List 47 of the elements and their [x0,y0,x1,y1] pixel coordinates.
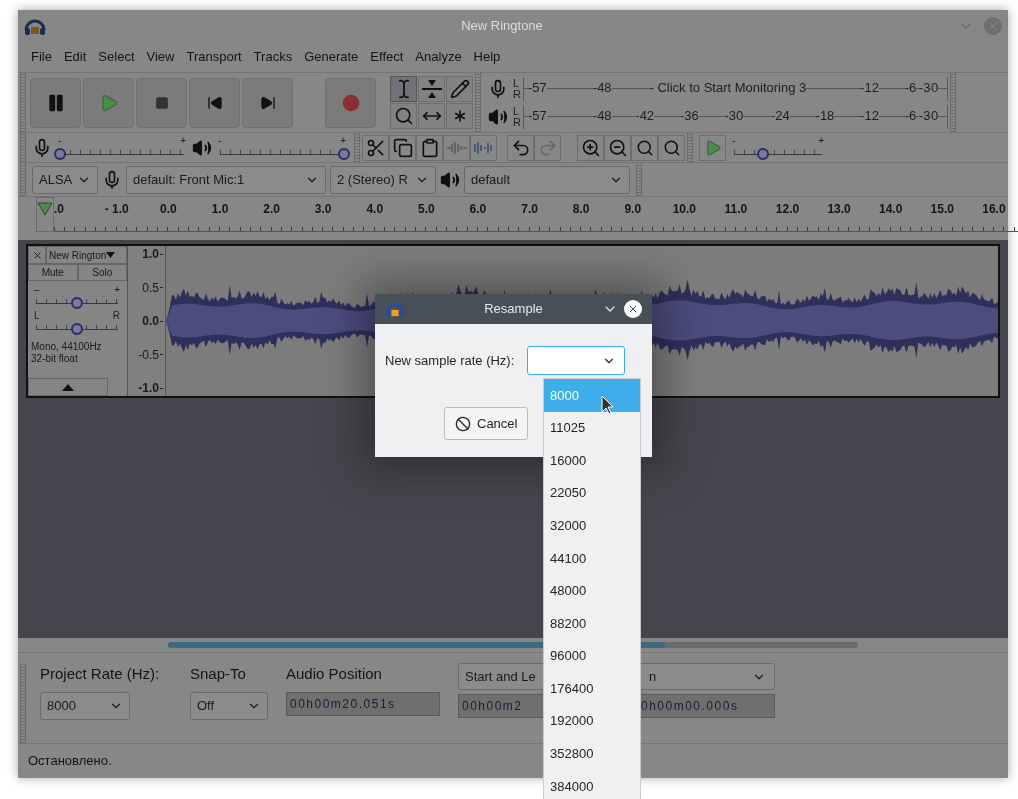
ruler-label: 5.0 [418,202,435,216]
sample-rate-label: New sample rate (Hz): [385,351,515,370]
channel-label: L [513,77,521,89]
ruler-label: 0.0 [160,202,177,216]
slider-max-label: + [818,135,824,146]
slider-min-label: - [732,135,736,146]
slider-min-label: L [34,311,40,321]
slider-max-label: + [340,135,346,146]
channel-label: R [513,116,522,128]
ruler-label: 7.0 [521,202,538,216]
dialog-title: Resample [483,300,544,319]
ruler-label: 16.0 [982,202,1006,216]
amplitude-label: -1.0 [138,381,159,395]
ruler-label: 6.0 [469,202,487,216]
ruler-label: 1.0 [211,202,229,216]
amplitude-label: 0.0 [142,314,159,328]
status-text: Остановлено. [28,752,112,771]
ruler-label: 13.0 [827,202,851,216]
window-title: New Ringtone [460,17,544,36]
slider-min-label: - [218,135,222,146]
amplitude-label: 0.5 [142,280,159,295]
ruler-label: .0 [54,202,64,216]
ruler-label: 2.0 [263,202,280,216]
ruler-label: 14.0 [879,202,903,216]
channel-label: R [513,88,522,100]
project-rate-label: Project Rate (Hz): [40,664,161,684]
ruler-label: - 1.0 [104,202,129,216]
slider-max-label: + [114,285,120,295]
slider-min-label: – [34,285,40,295]
slider-min-label: - [58,135,62,146]
amplitude-label: 1.0 [142,247,159,261]
ruler-label: 11.0 [724,202,748,216]
channel-label: L [513,105,521,117]
audio-position-label: Audio Position [286,664,383,684]
ruler-label: 3.0 [314,202,332,216]
amplitude-label: -0.5 [138,347,159,362]
ruler-label: 15.0 [930,202,954,216]
track-info-text: 32-bit float [31,353,79,365]
ruler-label: 9.0 [624,202,642,216]
ruler-label: 4.0 [366,202,384,216]
ruler-label: 10.0 [672,202,696,216]
ruler-label: 8.0 [572,202,590,216]
snap-to-label: Snap-To [190,664,247,684]
slider-max-label: R [112,311,120,321]
slider-max-label: + [180,135,186,146]
ruler-label: 12.0 [775,202,800,216]
track-info-text: Mono, 44100Hz [31,341,103,353]
